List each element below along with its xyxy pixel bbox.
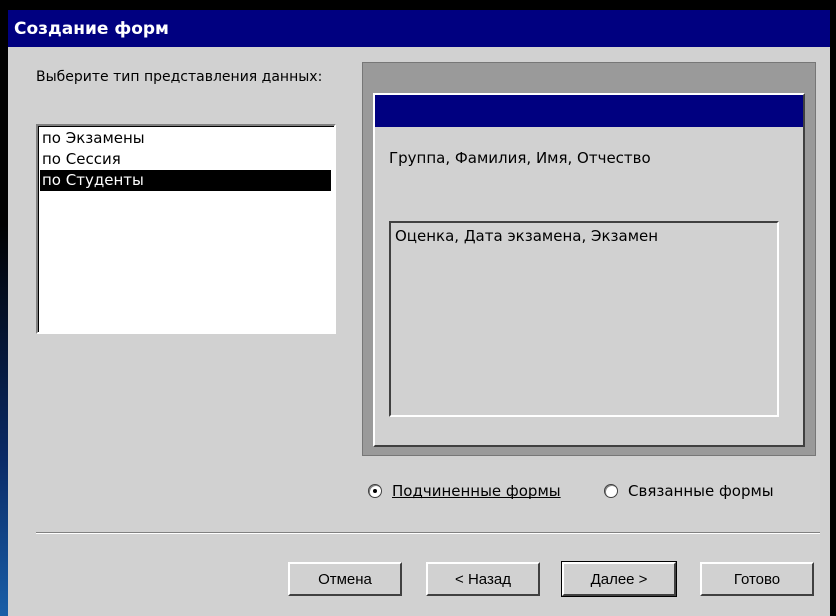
radio-subforms[interactable] [368,484,382,498]
window-title: Создание форм [14,19,169,39]
radio-checked-dot [373,489,377,493]
linked-label: Связанные формы [628,482,774,500]
subform-preview: Оценка, Дата экзамена, Экзамен [389,221,779,417]
list-item-exams[interactable]: по Экзамены [40,128,331,149]
radio-linked[interactable] [604,484,618,498]
view-type-listbox[interactable]: по Экзамены по Сессия по Студенты [36,124,336,334]
next-button[interactable]: Далее > [561,561,677,597]
list-item-session[interactable]: по Сессия [40,149,331,170]
finish-button[interactable]: Готово [700,562,814,596]
view-type-prompt: Выберите тип представления данных: [36,69,323,85]
back-button[interactable]: < Назад [426,562,540,596]
main-form-preview: Группа, Фамилия, Имя, Отчество Оценка, Д… [373,93,805,447]
main-form-fields: Группа, Фамилия, Имя, Отчество [389,149,651,167]
form-wizard-dialog: Создание форм Выберите тип представления… [8,10,830,616]
form-preview: Группа, Фамилия, Имя, Отчество Оценка, Д… [362,62,816,456]
preview-title-bar [375,95,803,127]
subforms-option[interactable]: Подчиненные формы [368,480,561,502]
subforms-label: Подчиненные формы [392,482,561,500]
subform-fields: Оценка, Дата экзамена, Экзамен [395,227,659,245]
linked-forms-option[interactable]: Связанные формы [604,480,774,502]
list-item-students[interactable]: по Студенты [40,170,331,191]
cancel-button[interactable]: Отмена [288,562,402,596]
title-bar: Создание форм [8,10,830,47]
separator [36,532,820,534]
